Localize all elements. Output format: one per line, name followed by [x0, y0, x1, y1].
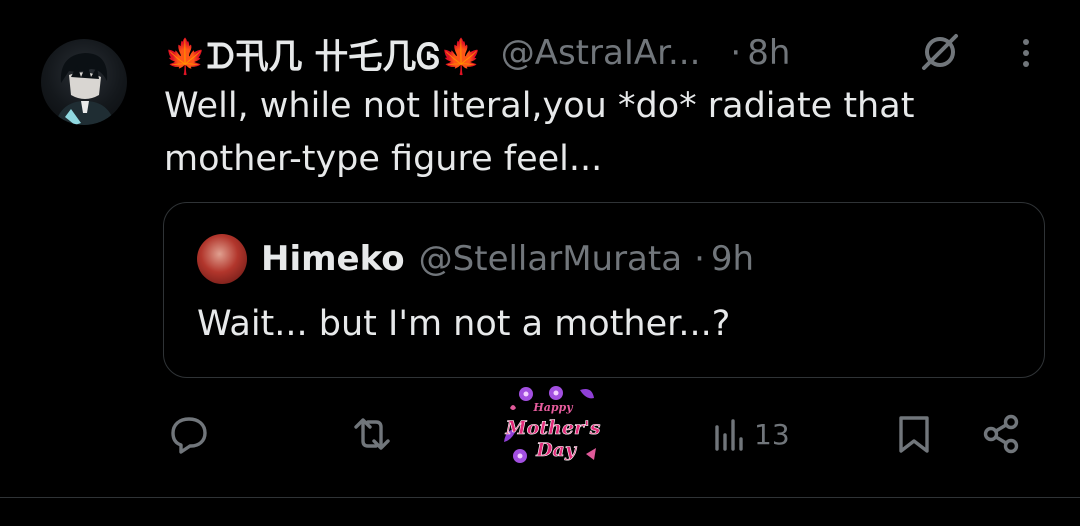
mothers-day-sticker: Happy Mother's Day: [496, 384, 610, 476]
author-display-name[interactable]: 🍁ᗪ卂几 卄乇几Ꮆ🍁: [164, 29, 483, 78]
bookmark-icon: [899, 416, 929, 453]
share-icon: [983, 414, 1019, 454]
quoted-author-handle: @StellarMurata: [418, 239, 683, 279]
quoted-author-avatar: [197, 234, 247, 284]
quoted-tweet-header: Himeko @StellarMurata · 9h: [261, 235, 754, 283]
retweet-icon: [354, 418, 390, 450]
sticker-word-day: Day: [535, 439, 578, 461]
avatar-illustration: [55, 53, 115, 125]
tweet-divider: [0, 497, 1080, 498]
views-count: 13: [754, 417, 790, 451]
author-avatar[interactable]: [41, 39, 127, 125]
quoted-tweet[interactable]: Himeko @StellarMurata · 9h Wait... but I…: [163, 202, 1045, 378]
quoted-tweet-timestamp: 9h: [710, 239, 755, 279]
views-button[interactable]: 13: [712, 410, 790, 458]
quoted-author-display-name: Himeko: [261, 239, 405, 279]
sticker-word-mothers: Mother's: [505, 417, 601, 439]
reply-button[interactable]: [168, 410, 210, 458]
more-options-icon[interactable]: [1012, 36, 1040, 70]
bookmark-button[interactable]: [895, 410, 933, 458]
share-button[interactable]: [980, 410, 1024, 458]
tweet-text: Well, while not literal,you *do* radiate…: [164, 86, 915, 179]
grok-icon[interactable]: [918, 30, 962, 74]
quoted-separator-dot: ·: [694, 239, 705, 279]
author-handle[interactable]: @AstraIAr...: [501, 33, 701, 73]
retweet-button[interactable]: [350, 410, 394, 458]
sticker-word-happy: Happy: [532, 401, 574, 414]
quoted-tweet-text: Wait... but I'm not a mother...?: [197, 304, 731, 344]
tweet-timestamp[interactable]: 8h: [747, 33, 790, 73]
reply-icon: [171, 417, 207, 454]
tweet-header: 🍁ᗪ卂几 卄乇几Ꮆ🍁 @AstraIAr... · 8h: [164, 28, 790, 78]
separator-dot: ·: [730, 33, 742, 73]
views-icon: [715, 419, 743, 451]
